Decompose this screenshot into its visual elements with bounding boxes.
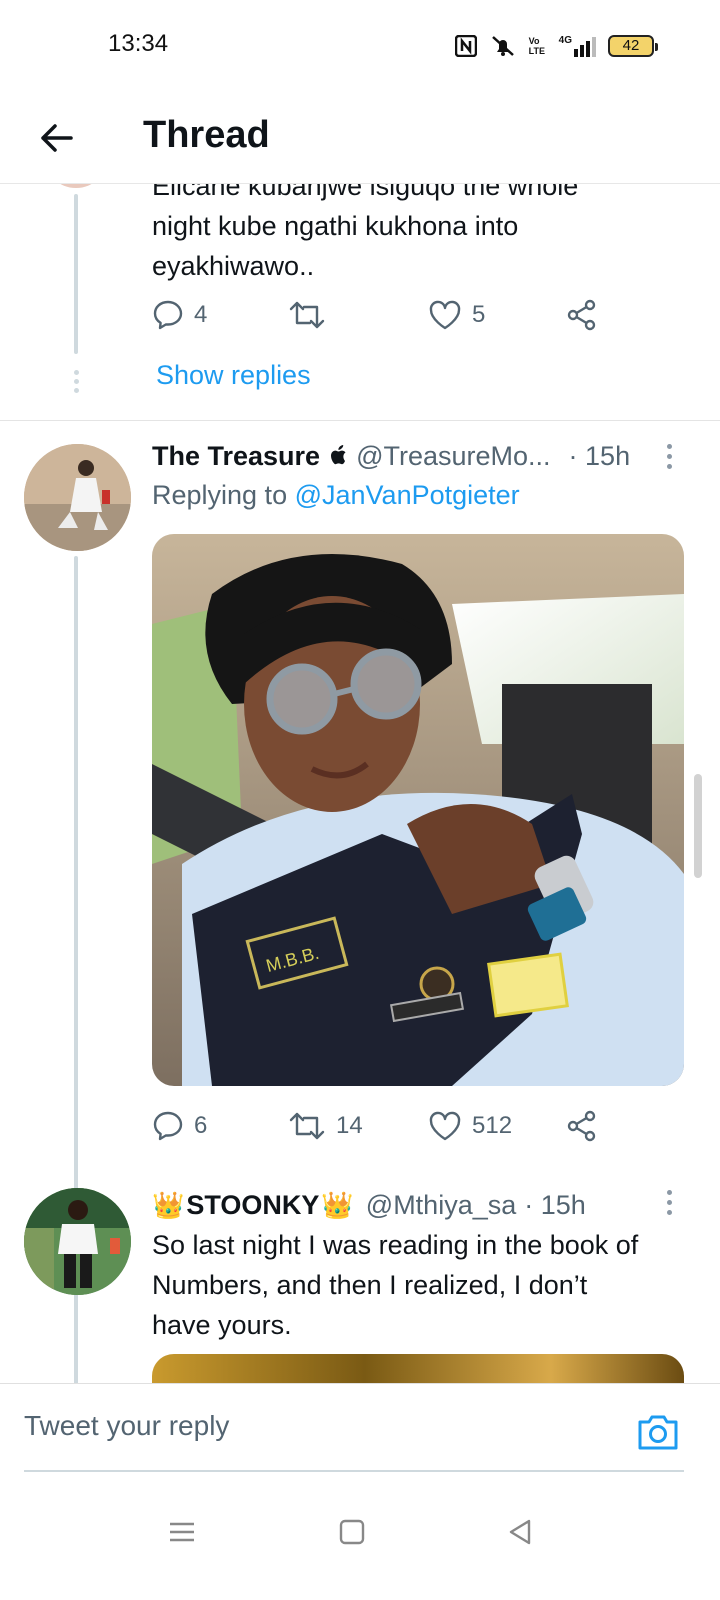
signal-bar xyxy=(574,49,578,57)
tweet-actions: 4 5 xyxy=(152,295,612,335)
tweet-header: 👑 STOONKY 👑 @Mthiya_sa · 15h xyxy=(152,1185,586,1225)
tweet-text: Elicane kubanjwe isiguqo the whole night… xyxy=(152,184,578,286)
menu-nav-button[interactable] xyxy=(162,1512,202,1552)
tweet-text-line: eyakhiwawo.. xyxy=(152,251,315,281)
tweet-time: · 15h xyxy=(524,1189,586,1220)
thread-line xyxy=(74,194,78,354)
show-replies-link[interactable]: Show replies xyxy=(156,360,311,391)
mute-bell-icon xyxy=(491,36,514,56)
camera-button[interactable] xyxy=(636,1410,680,1454)
system-nav-bar xyxy=(0,1484,720,1600)
retweet-icon xyxy=(289,1112,325,1140)
home-nav-button[interactable] xyxy=(332,1512,372,1552)
signal-bar xyxy=(580,45,584,57)
tweet-text-line: Numbers, and then I realized, I don’t xyxy=(152,1270,588,1300)
triangle-back-icon xyxy=(509,1519,531,1545)
signal-bar xyxy=(592,37,596,57)
replying-prefix: Replying to xyxy=(152,480,288,510)
replying-to: Replying to @JanVanPotgieter xyxy=(152,480,520,511)
tweet-text-line: night kube ngathi kukhona into xyxy=(152,211,519,241)
back-nav-button[interactable] xyxy=(500,1512,540,1552)
reply-count: 6 xyxy=(194,1112,208,1139)
tweet-text: So last night I was reading in the book … xyxy=(152,1225,638,1345)
more-options-button[interactable] xyxy=(658,1182,680,1222)
replying-handle-link[interactable]: @JanVanPotgieter xyxy=(295,480,520,510)
signal-bar xyxy=(586,41,590,57)
share-button[interactable] xyxy=(566,1106,598,1146)
share-button[interactable] xyxy=(566,295,598,335)
crown-icon: 👑 xyxy=(321,1189,354,1220)
nfc-icon xyxy=(454,35,477,57)
battery-indicator: 42 xyxy=(608,35,658,57)
share-icon xyxy=(567,1110,596,1142)
signal-icon: 4G xyxy=(559,35,596,57)
status-bar: 13:34 Vo LTE 4G 42 xyxy=(0,0,720,92)
thread-gap-dots xyxy=(72,370,80,397)
apple-logo-icon xyxy=(331,445,346,465)
reply-button[interactable]: 6 xyxy=(152,1106,207,1146)
tweet-text-line: Elicane kubanjwe isiguqo the whole xyxy=(152,184,579,201)
status-icons: Vo LTE 4G 42 xyxy=(454,32,658,60)
page-title: Thread xyxy=(143,114,270,156)
thread-content[interactable]: Elicane kubanjwe isiguqo the whole night… xyxy=(0,184,720,1410)
tweet-photo[interactable]: M.B.B. xyxy=(152,534,684,1086)
user-handle[interactable]: @TreasureMo... xyxy=(356,441,550,472)
reply-icon xyxy=(153,300,183,330)
square-icon xyxy=(339,1519,365,1545)
avatar[interactable] xyxy=(24,1188,131,1295)
avatar-photo xyxy=(24,444,131,551)
reply-bar: Tweet your reply xyxy=(0,1383,720,1483)
network-type-label: 4G xyxy=(558,35,572,46)
menu-icon xyxy=(170,1522,194,1542)
camera-icon xyxy=(638,1415,678,1450)
divider xyxy=(0,420,720,421)
avatar-photo xyxy=(24,1188,131,1295)
tweet-header: The Treasure @TreasureMo... · 15h xyxy=(152,436,630,476)
user-handle[interactable]: @Mthiya_sa xyxy=(366,1190,516,1221)
like-button[interactable]: 5 xyxy=(428,295,485,335)
crown-icon: 👑 xyxy=(152,1189,185,1220)
heart-icon xyxy=(429,300,461,330)
heart-icon xyxy=(429,1111,461,1141)
reply-button[interactable]: 4 xyxy=(152,295,207,335)
tweet-actions: 6 14 512 xyxy=(152,1106,612,1146)
share-icon xyxy=(567,299,596,331)
like-count: 5 xyxy=(472,301,486,328)
selfie-photo: M.B.B. xyxy=(152,534,684,1086)
status-time: 13:34 xyxy=(108,30,169,57)
app-header: Thread xyxy=(0,92,720,184)
volte-icon: Vo LTE xyxy=(528,36,545,56)
retweet-icon xyxy=(289,301,325,329)
retweet-count: 14 xyxy=(336,1112,363,1139)
more-options-button[interactable] xyxy=(658,436,680,476)
reply-count: 4 xyxy=(194,301,208,328)
back-arrow-icon xyxy=(41,124,73,152)
like-count: 512 xyxy=(472,1112,513,1139)
retweet-button[interactable]: 14 xyxy=(288,1106,363,1146)
tweet-time: · 15h xyxy=(568,440,631,471)
avatar[interactable] xyxy=(24,444,131,551)
scrollbar[interactable] xyxy=(694,774,702,878)
tweet-text-line: have yours. xyxy=(152,1310,292,1340)
reply-icon xyxy=(153,1111,183,1141)
display-name[interactable]: The Treasure xyxy=(152,441,320,472)
like-button[interactable]: 512 xyxy=(428,1106,512,1146)
avatar[interactable] xyxy=(44,184,108,188)
display-name[interactable]: STOONKY xyxy=(186,1190,319,1221)
back-button[interactable] xyxy=(30,112,82,164)
reply-underline xyxy=(24,1470,684,1472)
tweet-text-line: So last night I was reading in the book … xyxy=(152,1230,639,1260)
retweet-button[interactable] xyxy=(288,295,336,335)
reply-input[interactable]: Tweet your reply xyxy=(24,1410,229,1442)
